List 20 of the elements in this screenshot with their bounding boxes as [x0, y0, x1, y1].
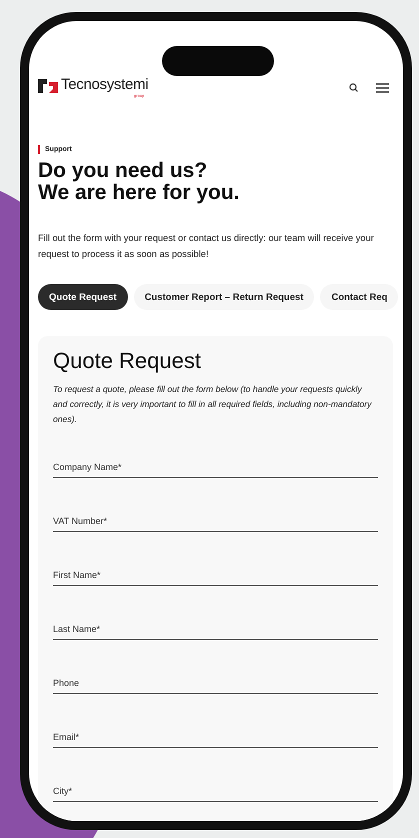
- form-description: To request a quote, please fill out the form below (to handle your requests quickly and correctly, it is very important to fill in all required fields, including non-mandatory ones).: [53, 383, 373, 426]
- page-heading: Do you need us?: [38, 160, 208, 182]
- logo-icon: [38, 79, 58, 93]
- input-field[interactable]: VAT Number*: [53, 511, 378, 532]
- intro-text: Fill out the form with your request or contact us directly: our team will receive your request to process it as soon as possible!: [38, 232, 375, 261]
- accent-bar: [38, 145, 40, 154]
- input-field[interactable]: Email*: [53, 727, 378, 748]
- menu-icon[interactable]: [376, 82, 389, 92]
- tab[interactable]: Customer Report – Return Request: [134, 284, 314, 310]
- tab[interactable]: Quote Request: [38, 284, 128, 310]
- input-field[interactable]: Last Name*: [53, 619, 378, 640]
- input-field[interactable]: City*: [53, 781, 378, 802]
- tab[interactable]: Contact Req: [320, 284, 398, 310]
- logo-text: Tecnosystemi: [61, 77, 148, 93]
- input-field[interactable]: Phone: [53, 673, 378, 694]
- search-icon[interactable]: [349, 83, 358, 92]
- form-title: Quote Request: [53, 348, 202, 374]
- input-field[interactable]: First Name*: [53, 565, 378, 586]
- page-heading: We are here for you.: [38, 182, 241, 204]
- input-field[interactable]: Company Name*: [53, 457, 378, 478]
